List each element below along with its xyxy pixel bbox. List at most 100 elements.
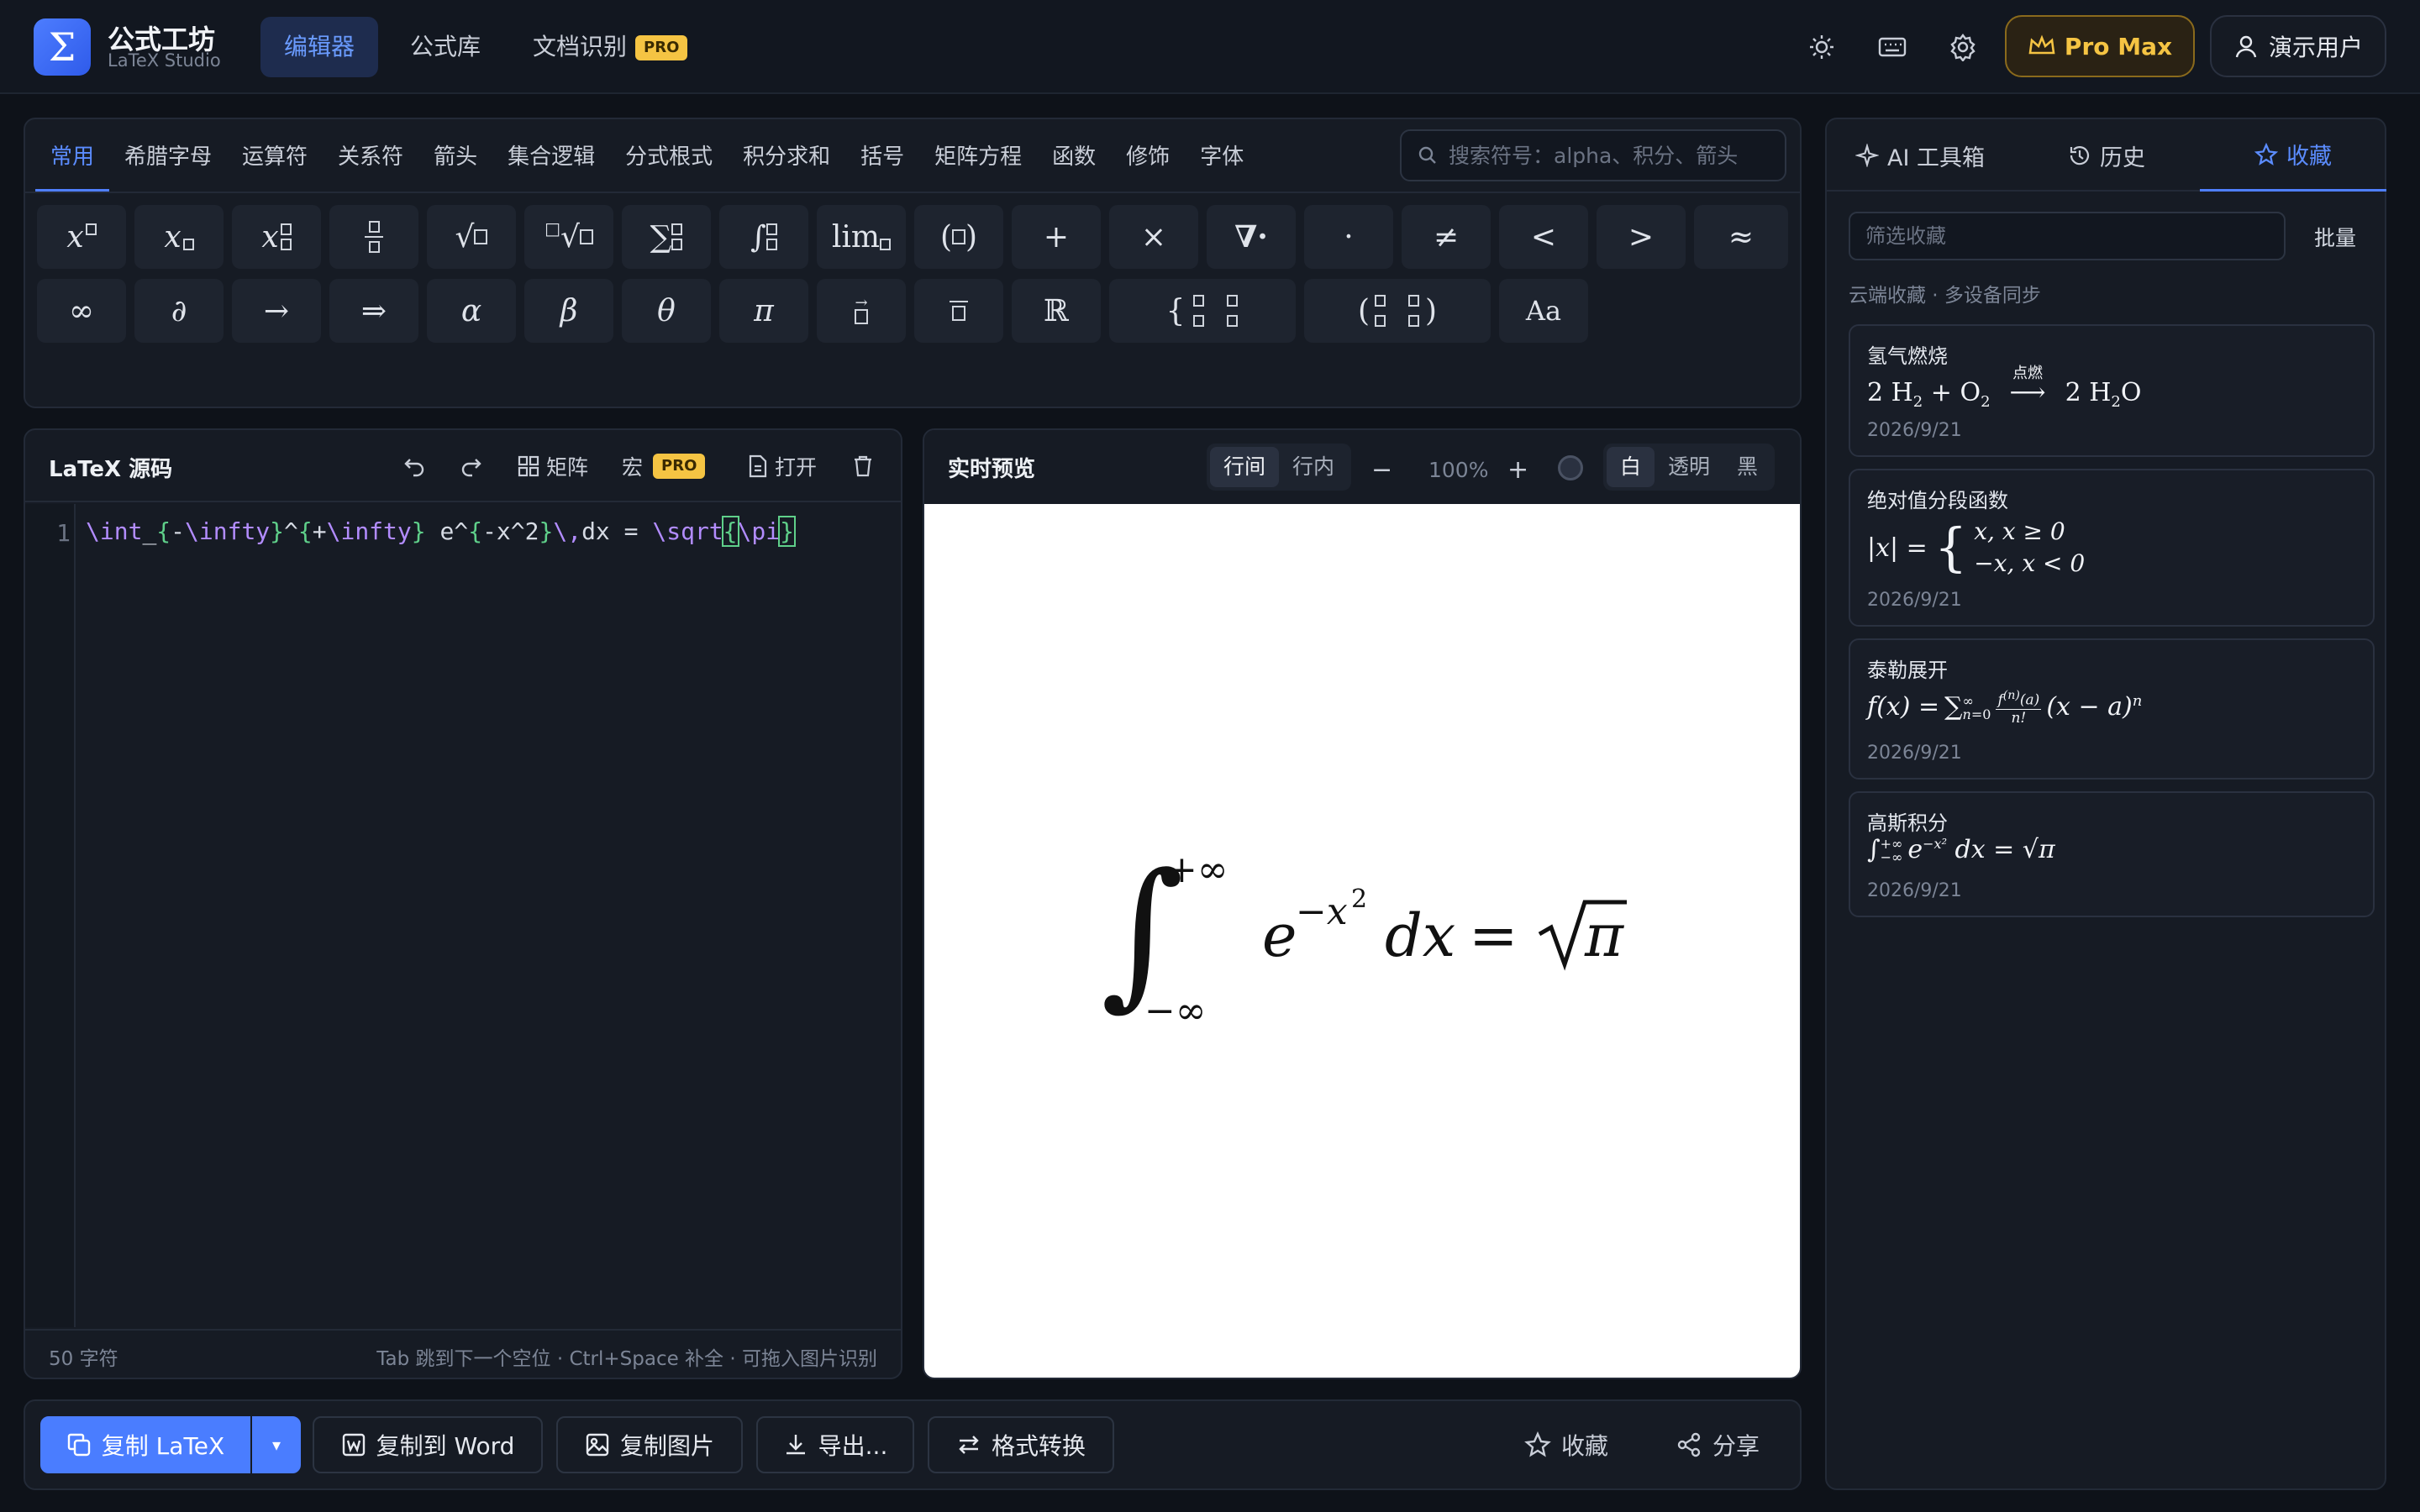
symbol-infinity[interactable]: ∞ — [37, 279, 126, 343]
symbol-nth-root[interactable]: □ √ — [524, 205, 613, 269]
symbol-sum[interactable]: ∑ — [622, 205, 711, 269]
symbol-font-style[interactable]: Aa — [1499, 279, 1588, 343]
favorite-item[interactable]: 氢气燃烧 2 H2 + O2 点燃 ⟶ 2 H2O 2026/9/21 — [1849, 324, 2375, 457]
mode-inline-button[interactable]: 行内 — [1279, 447, 1348, 487]
favorite-formula: ∫ +∞ −∞ e−x² dx = √π — [1867, 835, 2055, 865]
symbol-greater-than[interactable]: > — [1597, 205, 1686, 269]
symbol-times[interactable]: × — [1109, 205, 1198, 269]
symbol-overline[interactable] — [914, 279, 1003, 343]
copy-options-dropdown[interactable]: ▾ — [252, 1416, 301, 1473]
undo-button[interactable] — [403, 449, 427, 484]
copy-latex-label: 复制 LaTeX — [101, 1432, 225, 1460]
gear-icon[interactable] — [1939, 24, 1986, 71]
copy-to-word-button[interactable]: 复制到 Word — [313, 1416, 543, 1473]
copy-to-word-label: 复制到 Word — [376, 1432, 515, 1460]
category-tab-functions[interactable]: 函数 — [1037, 131, 1111, 192]
symbol-partial[interactable]: ∂ — [134, 279, 224, 343]
copy-latex-button[interactable]: 复制 LaTeX — [40, 1416, 250, 1473]
zoom-out-button[interactable]: − — [1371, 452, 1392, 487]
favorite-item[interactable]: 高斯积分 ∫ +∞ −∞ e−x² dx = √π 2026/9/21 — [1849, 791, 2375, 917]
upper-limit: +∞ — [1166, 848, 1228, 891]
favorite-item[interactable]: 泰勒展开 f(x) = ∑ ∞ n=0 f(n)(a) n! (x − a)n 202… — [1849, 638, 2375, 780]
category-tab-common[interactable]: 常用 — [35, 131, 110, 192]
bg-transparent-button[interactable]: 透明 — [1655, 447, 1723, 487]
matrix-button[interactable]: 矩阵 — [518, 449, 588, 484]
favorites-filter-input[interactable] — [1865, 213, 2269, 259]
sun-icon[interactable] — [1798, 24, 1845, 71]
symbol-beta[interactable]: β — [524, 279, 613, 343]
symbol-not-equal[interactable]: ≠ — [1402, 205, 1491, 269]
category-tab-arrows[interactable]: 箭头 — [418, 131, 492, 192]
tab-favorites[interactable]: 收藏 — [2200, 119, 2386, 192]
symbol-cases[interactable]: { — [1109, 279, 1296, 343]
nav-tab-editor[interactable]: 编辑器 — [260, 17, 379, 77]
category-tab-matrices[interactable]: 矩阵方程 — [919, 131, 1037, 192]
user-menu-button[interactable]: 演示用户 — [2210, 15, 2386, 77]
symbol-sub-superscript[interactable]: x — [232, 205, 321, 269]
color-picker-dot[interactable] — [1558, 455, 1583, 480]
redo-button[interactable] — [459, 449, 482, 484]
symbol-fraction[interactable] — [329, 205, 418, 269]
zoom-in-button[interactable]: + — [1507, 452, 1528, 487]
top-bar: Σ 公式工坊 LaTeX Studio 编辑器 公式库 文档识别 PRO Pro … — [0, 0, 2420, 94]
symbol-vector[interactable]: → — [817, 279, 906, 343]
source-header: LaTeX 源码 矩阵 宏 PRO 打开 — [25, 430, 901, 502]
tab-ai-toolbox[interactable]: AI 工具箱 — [1827, 119, 2013, 192]
symbol-parentheses[interactable]: () — [914, 205, 1003, 269]
export-button[interactable]: 导出... — [756, 1416, 914, 1473]
keyboard-icon[interactable] — [1869, 24, 1916, 71]
symbol-limit[interactable]: lim — [817, 205, 906, 269]
share-button[interactable]: 分享 — [1676, 1416, 1760, 1473]
favorite-item[interactable]: 绝对值分段函数 |x| = { x, x ≥ 0 −x, x < 0 2026/… — [1849, 469, 2375, 627]
symbol-superscript[interactable]: x — [37, 205, 126, 269]
symbol-pi[interactable]: π — [719, 279, 808, 343]
nav-tab-library[interactable]: 公式库 — [387, 17, 504, 77]
symbol-implies[interactable]: ⇒ — [329, 279, 418, 343]
pro-max-button[interactable]: Pro Max — [2005, 15, 2195, 77]
symbol-matrix[interactable]: () — [1304, 279, 1491, 343]
batch-button[interactable]: 批量 — [2314, 222, 2356, 252]
macro-label: 宏 — [622, 455, 644, 480]
matrix-label: 矩阵 — [546, 455, 589, 480]
symbol-subscript[interactable]: x — [134, 205, 224, 269]
symbol-cdot[interactable]: · — [1304, 205, 1393, 269]
mode-display-button[interactable]: 行间 — [1210, 447, 1280, 487]
copy-image-button[interactable]: 复制图片 — [556, 1416, 743, 1473]
symbol-sqrt[interactable]: √ — [427, 205, 516, 269]
logo-sigma-icon[interactable]: Σ — [34, 18, 91, 76]
symbol-reals[interactable]: ℝ — [1012, 279, 1101, 343]
favorite-button[interactable]: 收藏 — [1524, 1416, 1608, 1473]
category-tab-operators[interactable]: 运算符 — [227, 131, 323, 192]
symbol-integral[interactable]: ∫ — [719, 205, 808, 269]
category-tab-relations[interactable]: 关系符 — [323, 131, 418, 192]
favorites-filter[interactable] — [1849, 212, 2286, 260]
symbol-less-than[interactable]: < — [1499, 205, 1588, 269]
symbol-search[interactable] — [1400, 129, 1786, 181]
category-tab-accents[interactable]: 修饰 — [1111, 131, 1185, 192]
format-convert-button[interactable]: 格式转换 — [928, 1416, 1114, 1473]
category-tab-sets-logic[interactable]: 集合逻辑 — [492, 131, 610, 192]
bg-black-button[interactable]: 黑 — [1723, 447, 1771, 487]
category-tab-fractions-roots[interactable]: 分式根式 — [610, 131, 728, 192]
tab-history[interactable]: 历史 — [2013, 119, 2200, 192]
symbol-alpha[interactable]: α — [427, 279, 516, 343]
symbol-divergence[interactable]: ∇· — [1207, 205, 1296, 269]
export-label: 导出... — [818, 1432, 888, 1460]
symbol-plus[interactable]: + — [1012, 205, 1101, 269]
macro-button[interactable]: 宏 PRO — [622, 449, 706, 484]
clear-button[interactable] — [852, 449, 874, 484]
category-tab-fonts[interactable]: 字体 — [1185, 131, 1259, 192]
symbol-theta[interactable]: θ — [622, 279, 711, 343]
symbol-search-input[interactable] — [1449, 143, 1768, 168]
symbol-right-arrow[interactable]: → — [232, 279, 321, 343]
open-file-button[interactable]: 打开 — [748, 449, 817, 484]
category-tab-integrals-sums[interactable]: 积分求和 — [728, 131, 845, 192]
category-tab-brackets[interactable]: 括号 — [845, 131, 919, 192]
swap-icon — [959, 1436, 979, 1454]
bg-white-button[interactable]: 白 — [1607, 447, 1655, 487]
nav-tab-ocr[interactable]: 文档识别 PRO — [509, 17, 711, 77]
category-tab-greek[interactable]: 希腊字母 — [109, 131, 227, 192]
latex-code-editor[interactable]: \int_{-\infty}^{+\infty} e^{-x^2}\,dx = … — [86, 516, 796, 547]
redo-icon — [461, 459, 481, 477]
symbol-approx[interactable]: ≈ — [1694, 205, 1788, 269]
